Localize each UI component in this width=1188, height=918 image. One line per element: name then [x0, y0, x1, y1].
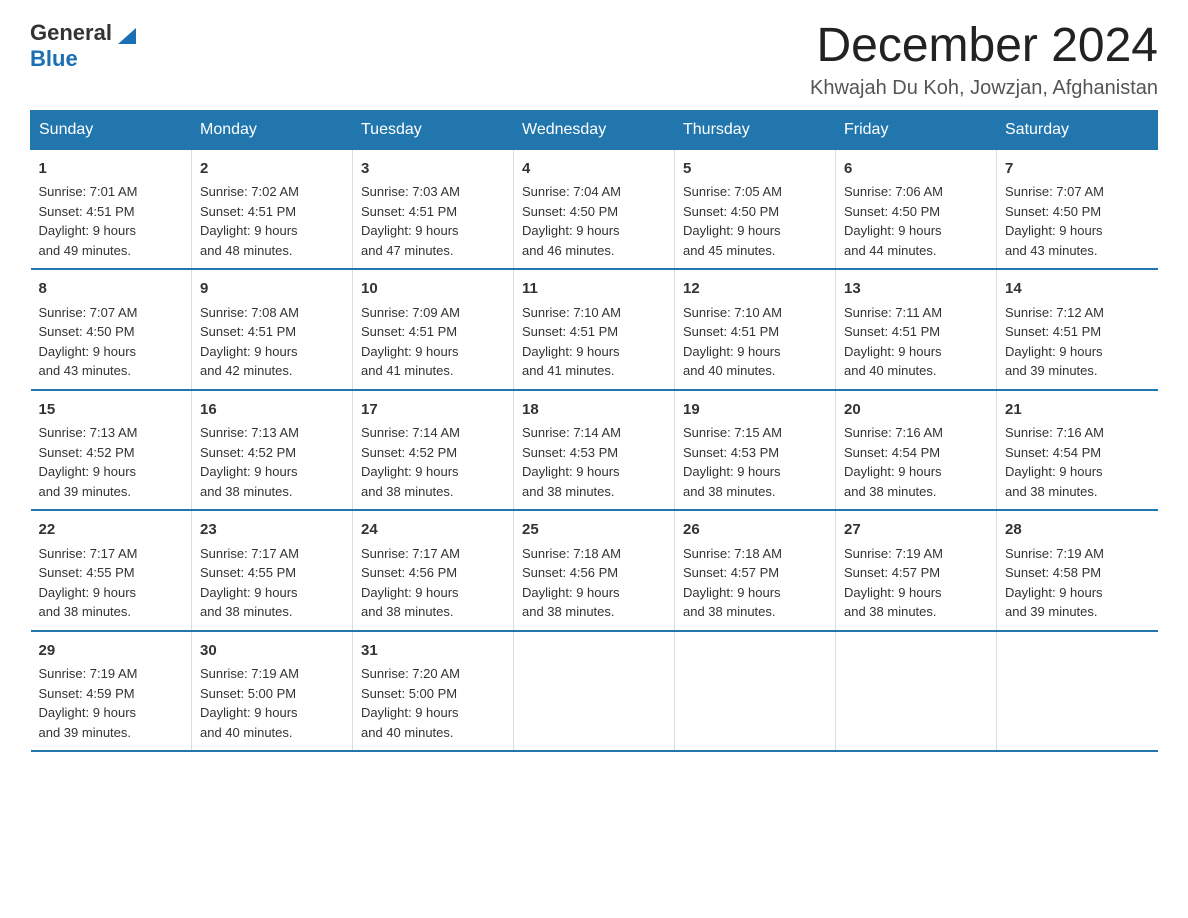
day-number: 13 — [844, 278, 988, 301]
day-number: 29 — [39, 640, 184, 663]
calendar-table: SundayMondayTuesdayWednesdayThursdayFrid… — [30, 110, 1158, 753]
calendar-cell: 6Sunrise: 7:06 AMSunset: 4:50 PMDaylight… — [836, 149, 997, 269]
calendar-cell: 18Sunrise: 7:14 AMSunset: 4:53 PMDayligh… — [514, 390, 675, 511]
logo: General Blue — [30, 20, 136, 73]
calendar-cell: 19Sunrise: 7:15 AMSunset: 4:53 PMDayligh… — [675, 390, 836, 511]
calendar-cell: 22Sunrise: 7:17 AMSunset: 4:55 PMDayligh… — [31, 510, 192, 631]
calendar-cell: 23Sunrise: 7:17 AMSunset: 4:55 PMDayligh… — [192, 510, 353, 631]
calendar-cell — [675, 631, 836, 752]
calendar-cell: 31Sunrise: 7:20 AMSunset: 5:00 PMDayligh… — [353, 631, 514, 752]
day-number: 18 — [522, 399, 666, 422]
title-block: December 2024 Khwajah Du Koh, Jowzjan, A… — [810, 20, 1158, 100]
calendar-cell: 24Sunrise: 7:17 AMSunset: 4:56 PMDayligh… — [353, 510, 514, 631]
day-number: 12 — [683, 278, 827, 301]
day-number: 1 — [39, 158, 184, 181]
calendar-cell: 14Sunrise: 7:12 AMSunset: 4:51 PMDayligh… — [997, 269, 1158, 390]
day-number: 22 — [39, 519, 184, 542]
day-number: 30 — [200, 640, 344, 663]
calendar-cell: 10Sunrise: 7:09 AMSunset: 4:51 PMDayligh… — [353, 269, 514, 390]
calendar-cell: 30Sunrise: 7:19 AMSunset: 5:00 PMDayligh… — [192, 631, 353, 752]
calendar-week-row: 15Sunrise: 7:13 AMSunset: 4:52 PMDayligh… — [31, 390, 1158, 511]
day-number: 25 — [522, 519, 666, 542]
page-header: General Blue December 2024 Khwajah Du Ko… — [30, 20, 1158, 100]
calendar-cell: 28Sunrise: 7:19 AMSunset: 4:58 PMDayligh… — [997, 510, 1158, 631]
calendar-cell: 11Sunrise: 7:10 AMSunset: 4:51 PMDayligh… — [514, 269, 675, 390]
calendar-week-row: 1Sunrise: 7:01 AMSunset: 4:51 PMDaylight… — [31, 149, 1158, 269]
day-number: 23 — [200, 519, 344, 542]
calendar-cell: 21Sunrise: 7:16 AMSunset: 4:54 PMDayligh… — [997, 390, 1158, 511]
day-number: 24 — [361, 519, 505, 542]
calendar-cell — [514, 631, 675, 752]
logo-text-blue: Blue — [30, 46, 78, 71]
header-monday: Monday — [192, 110, 353, 149]
day-number: 15 — [39, 399, 184, 422]
day-number: 14 — [1005, 278, 1150, 301]
day-number: 28 — [1005, 519, 1150, 542]
month-title: December 2024 — [810, 20, 1158, 73]
calendar-week-row: 22Sunrise: 7:17 AMSunset: 4:55 PMDayligh… — [31, 510, 1158, 631]
calendar-cell: 29Sunrise: 7:19 AMSunset: 4:59 PMDayligh… — [31, 631, 192, 752]
calendar-cell: 16Sunrise: 7:13 AMSunset: 4:52 PMDayligh… — [192, 390, 353, 511]
day-number: 16 — [200, 399, 344, 422]
calendar-cell: 9Sunrise: 7:08 AMSunset: 4:51 PMDaylight… — [192, 269, 353, 390]
calendar-cell: 17Sunrise: 7:14 AMSunset: 4:52 PMDayligh… — [353, 390, 514, 511]
calendar-cell: 26Sunrise: 7:18 AMSunset: 4:57 PMDayligh… — [675, 510, 836, 631]
calendar-cell: 5Sunrise: 7:05 AMSunset: 4:50 PMDaylight… — [675, 149, 836, 269]
calendar-week-row: 29Sunrise: 7:19 AMSunset: 4:59 PMDayligh… — [31, 631, 1158, 752]
header-saturday: Saturday — [997, 110, 1158, 149]
day-number: 7 — [1005, 158, 1150, 181]
header-thursday: Thursday — [675, 110, 836, 149]
location-title: Khwajah Du Koh, Jowzjan, Afghanistan — [810, 77, 1158, 100]
calendar-cell — [997, 631, 1158, 752]
header-friday: Friday — [836, 110, 997, 149]
day-number: 9 — [200, 278, 344, 301]
calendar-cell: 15Sunrise: 7:13 AMSunset: 4:52 PMDayligh… — [31, 390, 192, 511]
calendar-cell: 4Sunrise: 7:04 AMSunset: 4:50 PMDaylight… — [514, 149, 675, 269]
calendar-cell: 8Sunrise: 7:07 AMSunset: 4:50 PMDaylight… — [31, 269, 192, 390]
calendar-cell: 12Sunrise: 7:10 AMSunset: 4:51 PMDayligh… — [675, 269, 836, 390]
day-number: 21 — [1005, 399, 1150, 422]
day-number: 4 — [522, 158, 666, 181]
calendar-cell: 1Sunrise: 7:01 AMSunset: 4:51 PMDaylight… — [31, 149, 192, 269]
day-number: 10 — [361, 278, 505, 301]
header-wednesday: Wednesday — [514, 110, 675, 149]
logo-text-general: General — [30, 20, 112, 45]
calendar-cell — [836, 631, 997, 752]
header-tuesday: Tuesday — [353, 110, 514, 149]
day-number: 19 — [683, 399, 827, 422]
calendar-week-row: 8Sunrise: 7:07 AMSunset: 4:50 PMDaylight… — [31, 269, 1158, 390]
day-number: 31 — [361, 640, 505, 663]
calendar-cell: 13Sunrise: 7:11 AMSunset: 4:51 PMDayligh… — [836, 269, 997, 390]
calendar-cell: 7Sunrise: 7:07 AMSunset: 4:50 PMDaylight… — [997, 149, 1158, 269]
header-sunday: Sunday — [31, 110, 192, 149]
calendar-cell: 27Sunrise: 7:19 AMSunset: 4:57 PMDayligh… — [836, 510, 997, 631]
calendar-header-row: SundayMondayTuesdayWednesdayThursdayFrid… — [31, 110, 1158, 149]
calendar-cell: 2Sunrise: 7:02 AMSunset: 4:51 PMDaylight… — [192, 149, 353, 269]
day-number: 3 — [361, 158, 505, 181]
logo-arrow-icon — [118, 24, 136, 44]
calendar-cell: 20Sunrise: 7:16 AMSunset: 4:54 PMDayligh… — [836, 390, 997, 511]
day-number: 6 — [844, 158, 988, 181]
day-number: 17 — [361, 399, 505, 422]
day-number: 8 — [39, 278, 184, 301]
day-number: 2 — [200, 158, 344, 181]
day-number: 20 — [844, 399, 988, 422]
calendar-cell: 25Sunrise: 7:18 AMSunset: 4:56 PMDayligh… — [514, 510, 675, 631]
day-number: 11 — [522, 278, 666, 301]
day-number: 27 — [844, 519, 988, 542]
day-number: 5 — [683, 158, 827, 181]
calendar-cell: 3Sunrise: 7:03 AMSunset: 4:51 PMDaylight… — [353, 149, 514, 269]
day-number: 26 — [683, 519, 827, 542]
